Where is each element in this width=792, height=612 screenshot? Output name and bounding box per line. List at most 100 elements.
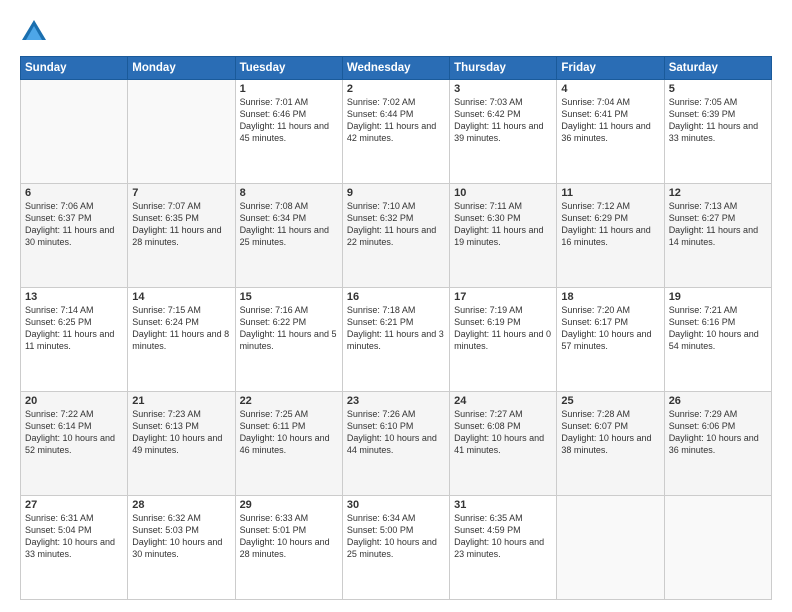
calendar-cell bbox=[21, 80, 128, 184]
calendar-cell: 18Sunrise: 7:20 AM Sunset: 6:17 PM Dayli… bbox=[557, 288, 664, 392]
calendar-cell: 31Sunrise: 6:35 AM Sunset: 4:59 PM Dayli… bbox=[450, 496, 557, 600]
calendar-cell: 21Sunrise: 7:23 AM Sunset: 6:13 PM Dayli… bbox=[128, 392, 235, 496]
day-number: 17 bbox=[454, 291, 552, 303]
weekday-header: Friday bbox=[557, 57, 664, 80]
calendar-cell: 9Sunrise: 7:10 AM Sunset: 6:32 PM Daylig… bbox=[342, 184, 449, 288]
calendar-cell: 13Sunrise: 7:14 AM Sunset: 6:25 PM Dayli… bbox=[21, 288, 128, 392]
calendar-cell: 3Sunrise: 7:03 AM Sunset: 6:42 PM Daylig… bbox=[450, 80, 557, 184]
calendar-cell: 4Sunrise: 7:04 AM Sunset: 6:41 PM Daylig… bbox=[557, 80, 664, 184]
calendar-cell: 8Sunrise: 7:08 AM Sunset: 6:34 PM Daylig… bbox=[235, 184, 342, 288]
day-number: 25 bbox=[561, 395, 659, 407]
day-number: 12 bbox=[669, 187, 767, 199]
day-info: Sunrise: 7:29 AM Sunset: 6:06 PM Dayligh… bbox=[669, 408, 767, 457]
calendar-cell: 15Sunrise: 7:16 AM Sunset: 6:22 PM Dayli… bbox=[235, 288, 342, 392]
day-info: Sunrise: 7:03 AM Sunset: 6:42 PM Dayligh… bbox=[454, 96, 552, 145]
day-info: Sunrise: 7:26 AM Sunset: 6:10 PM Dayligh… bbox=[347, 408, 445, 457]
calendar-cell bbox=[557, 496, 664, 600]
day-info: Sunrise: 7:14 AM Sunset: 6:25 PM Dayligh… bbox=[25, 304, 123, 353]
day-number: 9 bbox=[347, 187, 445, 199]
calendar-cell: 7Sunrise: 7:07 AM Sunset: 6:35 PM Daylig… bbox=[128, 184, 235, 288]
weekday-header: Thursday bbox=[450, 57, 557, 80]
calendar-cell: 2Sunrise: 7:02 AM Sunset: 6:44 PM Daylig… bbox=[342, 80, 449, 184]
day-info: Sunrise: 6:31 AM Sunset: 5:04 PM Dayligh… bbox=[25, 512, 123, 561]
calendar-cell: 11Sunrise: 7:12 AM Sunset: 6:29 PM Dayli… bbox=[557, 184, 664, 288]
day-info: Sunrise: 7:10 AM Sunset: 6:32 PM Dayligh… bbox=[347, 200, 445, 249]
calendar-week-row: 20Sunrise: 7:22 AM Sunset: 6:14 PM Dayli… bbox=[21, 392, 772, 496]
page: SundayMondayTuesdayWednesdayThursdayFrid… bbox=[0, 0, 792, 612]
calendar-cell: 27Sunrise: 6:31 AM Sunset: 5:04 PM Dayli… bbox=[21, 496, 128, 600]
day-info: Sunrise: 7:12 AM Sunset: 6:29 PM Dayligh… bbox=[561, 200, 659, 249]
day-number: 20 bbox=[25, 395, 123, 407]
calendar-cell: 20Sunrise: 7:22 AM Sunset: 6:14 PM Dayli… bbox=[21, 392, 128, 496]
day-number: 23 bbox=[347, 395, 445, 407]
calendar-cell: 19Sunrise: 7:21 AM Sunset: 6:16 PM Dayli… bbox=[664, 288, 771, 392]
calendar-cell: 1Sunrise: 7:01 AM Sunset: 6:46 PM Daylig… bbox=[235, 80, 342, 184]
day-number: 18 bbox=[561, 291, 659, 303]
day-number: 26 bbox=[669, 395, 767, 407]
day-info: Sunrise: 7:25 AM Sunset: 6:11 PM Dayligh… bbox=[240, 408, 338, 457]
calendar-week-row: 27Sunrise: 6:31 AM Sunset: 5:04 PM Dayli… bbox=[21, 496, 772, 600]
day-info: Sunrise: 6:32 AM Sunset: 5:03 PM Dayligh… bbox=[132, 512, 230, 561]
day-number: 15 bbox=[240, 291, 338, 303]
day-info: Sunrise: 7:20 AM Sunset: 6:17 PM Dayligh… bbox=[561, 304, 659, 353]
calendar-cell: 22Sunrise: 7:25 AM Sunset: 6:11 PM Dayli… bbox=[235, 392, 342, 496]
day-number: 10 bbox=[454, 187, 552, 199]
day-number: 16 bbox=[347, 291, 445, 303]
day-info: Sunrise: 7:21 AM Sunset: 6:16 PM Dayligh… bbox=[669, 304, 767, 353]
day-number: 3 bbox=[454, 83, 552, 95]
day-number: 19 bbox=[669, 291, 767, 303]
calendar-cell: 17Sunrise: 7:19 AM Sunset: 6:19 PM Dayli… bbox=[450, 288, 557, 392]
weekday-header: Tuesday bbox=[235, 57, 342, 80]
calendar-cell bbox=[128, 80, 235, 184]
calendar-cell: 10Sunrise: 7:11 AM Sunset: 6:30 PM Dayli… bbox=[450, 184, 557, 288]
day-number: 13 bbox=[25, 291, 123, 303]
weekday-header: Sunday bbox=[21, 57, 128, 80]
day-number: 31 bbox=[454, 499, 552, 511]
calendar-week-row: 1Sunrise: 7:01 AM Sunset: 6:46 PM Daylig… bbox=[21, 80, 772, 184]
day-info: Sunrise: 7:11 AM Sunset: 6:30 PM Dayligh… bbox=[454, 200, 552, 249]
calendar-week-row: 13Sunrise: 7:14 AM Sunset: 6:25 PM Dayli… bbox=[21, 288, 772, 392]
calendar-cell: 23Sunrise: 7:26 AM Sunset: 6:10 PM Dayli… bbox=[342, 392, 449, 496]
calendar-cell: 29Sunrise: 6:33 AM Sunset: 5:01 PM Dayli… bbox=[235, 496, 342, 600]
day-info: Sunrise: 6:33 AM Sunset: 5:01 PM Dayligh… bbox=[240, 512, 338, 561]
day-number: 11 bbox=[561, 187, 659, 199]
day-info: Sunrise: 7:06 AM Sunset: 6:37 PM Dayligh… bbox=[25, 200, 123, 249]
day-info: Sunrise: 7:28 AM Sunset: 6:07 PM Dayligh… bbox=[561, 408, 659, 457]
day-info: Sunrise: 7:22 AM Sunset: 6:14 PM Dayligh… bbox=[25, 408, 123, 457]
weekday-header: Wednesday bbox=[342, 57, 449, 80]
day-number: 7 bbox=[132, 187, 230, 199]
day-info: Sunrise: 7:18 AM Sunset: 6:21 PM Dayligh… bbox=[347, 304, 445, 353]
logo bbox=[20, 18, 52, 46]
day-info: Sunrise: 7:08 AM Sunset: 6:34 PM Dayligh… bbox=[240, 200, 338, 249]
day-number: 2 bbox=[347, 83, 445, 95]
calendar-week-row: 6Sunrise: 7:06 AM Sunset: 6:37 PM Daylig… bbox=[21, 184, 772, 288]
weekday-header: Monday bbox=[128, 57, 235, 80]
day-info: Sunrise: 7:15 AM Sunset: 6:24 PM Dayligh… bbox=[132, 304, 230, 353]
day-number: 24 bbox=[454, 395, 552, 407]
calendar-cell: 30Sunrise: 6:34 AM Sunset: 5:00 PM Dayli… bbox=[342, 496, 449, 600]
calendar-cell: 12Sunrise: 7:13 AM Sunset: 6:27 PM Dayli… bbox=[664, 184, 771, 288]
calendar-table: SundayMondayTuesdayWednesdayThursdayFrid… bbox=[20, 56, 772, 600]
calendar-cell: 6Sunrise: 7:06 AM Sunset: 6:37 PM Daylig… bbox=[21, 184, 128, 288]
day-info: Sunrise: 7:13 AM Sunset: 6:27 PM Dayligh… bbox=[669, 200, 767, 249]
day-number: 21 bbox=[132, 395, 230, 407]
day-info: Sunrise: 6:34 AM Sunset: 5:00 PM Dayligh… bbox=[347, 512, 445, 561]
day-info: Sunrise: 7:19 AM Sunset: 6:19 PM Dayligh… bbox=[454, 304, 552, 353]
calendar-cell: 16Sunrise: 7:18 AM Sunset: 6:21 PM Dayli… bbox=[342, 288, 449, 392]
day-number: 29 bbox=[240, 499, 338, 511]
day-info: Sunrise: 7:02 AM Sunset: 6:44 PM Dayligh… bbox=[347, 96, 445, 145]
day-number: 5 bbox=[669, 83, 767, 95]
calendar-cell: 25Sunrise: 7:28 AM Sunset: 6:07 PM Dayli… bbox=[557, 392, 664, 496]
calendar-cell bbox=[664, 496, 771, 600]
day-info: Sunrise: 6:35 AM Sunset: 4:59 PM Dayligh… bbox=[454, 512, 552, 561]
calendar-cell: 14Sunrise: 7:15 AM Sunset: 6:24 PM Dayli… bbox=[128, 288, 235, 392]
day-number: 27 bbox=[25, 499, 123, 511]
header bbox=[20, 18, 772, 46]
day-info: Sunrise: 7:05 AM Sunset: 6:39 PM Dayligh… bbox=[669, 96, 767, 145]
day-info: Sunrise: 7:23 AM Sunset: 6:13 PM Dayligh… bbox=[132, 408, 230, 457]
day-number: 1 bbox=[240, 83, 338, 95]
day-info: Sunrise: 7:04 AM Sunset: 6:41 PM Dayligh… bbox=[561, 96, 659, 145]
calendar-cell: 24Sunrise: 7:27 AM Sunset: 6:08 PM Dayli… bbox=[450, 392, 557, 496]
day-number: 8 bbox=[240, 187, 338, 199]
calendar-cell: 28Sunrise: 6:32 AM Sunset: 5:03 PM Dayli… bbox=[128, 496, 235, 600]
